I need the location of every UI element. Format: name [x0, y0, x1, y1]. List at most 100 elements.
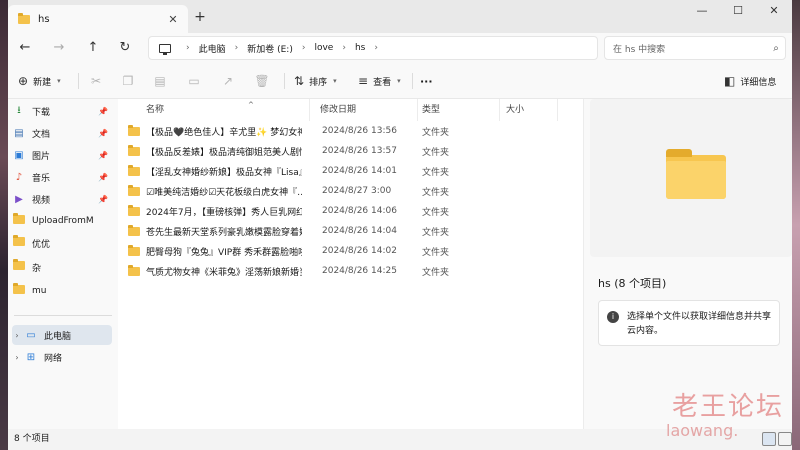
sidebar-item-uploadfromm[interactable]: UploadFromM — [12, 211, 112, 231]
breadcrumb-this-pc[interactable]: 此电脑 — [199, 42, 226, 55]
video-icon: ▶ — [15, 193, 23, 205]
close-window-button[interactable]: ✕ — [756, 0, 792, 28]
monitor-icon — [159, 43, 171, 55]
column-header-modified[interactable]: 修改日期 — [314, 99, 418, 121]
delete-icon[interactable]: 🗑 — [252, 71, 272, 91]
watermark-text: 老王论坛 — [672, 392, 785, 422]
tiles-view-icon[interactable] — [778, 432, 792, 446]
table-row[interactable]: 苍先生最新天堂系列豪乳嫩模露脸穿着婚… 2024/8/26 14:04 文件夹 — [128, 221, 580, 241]
folder-icon — [18, 12, 30, 24]
refresh-button[interactable]: ↻ — [114, 37, 136, 59]
details-view-icon[interactable] — [762, 432, 776, 446]
column-header-size[interactable]: 大小 — [500, 99, 558, 121]
sidebar-item-this-pc[interactable]: › ▭ 此电脑 — [12, 325, 112, 345]
folder-icon — [128, 144, 140, 156]
sort-up-icon: ^ — [248, 101, 254, 109]
column-header-name[interactable]: 名称 ^ — [140, 99, 310, 121]
folder-icon — [128, 204, 140, 216]
tab-close-icon[interactable]: ✕ — [164, 13, 182, 26]
minimize-button[interactable]: — — [684, 0, 720, 28]
breadcrumb-separator-icon[interactable]: › — [235, 43, 239, 53]
plus-circle-icon: ⊕ — [18, 74, 29, 88]
cut-icon[interactable]: ✂ — [86, 71, 106, 91]
view-button[interactable]: ≡ 查看 ▾ — [358, 71, 401, 91]
chevron-right-icon[interactable]: › — [12, 353, 22, 362]
file-explorer-window: hs ✕ + — ☐ ✕ ← → ↑ ↻ › 此电脑 › 新加卷 (E:) › … — [8, 0, 792, 450]
sidebar-item-youyou[interactable]: 优优 — [12, 233, 112, 253]
file-type: 文件夹 — [422, 267, 450, 278]
breadcrumb-separator-icon[interactable]: › — [342, 43, 346, 53]
search-input[interactable]: 在 hs 中搜索 ⌕ — [604, 36, 786, 60]
new-button[interactable]: ⊕ 新建 ▾ — [18, 71, 61, 91]
pin-icon: 📌 — [98, 150, 108, 160]
breadcrumb-separator-icon[interactable]: › — [374, 43, 378, 53]
more-options-button[interactable]: ··· — [420, 71, 433, 91]
tab-hs[interactable]: hs ✕ — [8, 5, 188, 33]
details-info-box: i 选择单个文件以获取详细信息并共享云内容。 — [598, 300, 780, 346]
file-modified: 2024/8/27 3:00 — [322, 186, 392, 196]
file-type: 文件夹 — [422, 147, 450, 158]
file-modified: 2024/8/26 14:01 — [322, 166, 397, 176]
music-icon: ♪ — [15, 171, 23, 183]
table-row[interactable]: 肥臀母狗『兔兔』VIP群 秀禾群露脸啪啪… 2024/8/26 14:02 文件… — [128, 241, 580, 261]
sort-button[interactable]: ⇅ 排序 ▾ — [294, 71, 337, 91]
column-header-type[interactable]: 类型 — [416, 99, 500, 121]
table-row[interactable]: 2024年7月，【重磅核弹】秀人巨乳网红… 2024/8/26 14:06 文件… — [128, 201, 580, 221]
breadcrumb-love[interactable]: love — [314, 43, 333, 53]
chevron-down-icon: ▾ — [397, 77, 401, 85]
folder-icon — [128, 224, 140, 236]
file-modified: 2024/8/26 13:57 — [322, 146, 397, 156]
breadcrumb-drive[interactable]: 新加卷 (E:) — [247, 42, 293, 55]
details-pane-button[interactable]: ◧ 详细信息 — [724, 71, 776, 91]
copy-icon[interactable]: ❐ — [118, 71, 138, 91]
chevron-right-icon[interactable]: › — [12, 331, 22, 340]
rename-icon[interactable]: ▭ — [184, 71, 204, 91]
file-name: ☑唯美纯洁婚纱☑天花板级白虎女神『… — [146, 187, 302, 198]
sidebar-item-network[interactable]: › ⊞ 网络 — [12, 347, 112, 367]
breadcrumb-separator-icon[interactable]: › — [186, 43, 190, 53]
back-button[interactable]: ← — [14, 37, 36, 59]
file-modified: 2024/8/26 14:25 — [322, 266, 397, 276]
share-icon[interactable]: ↗ — [218, 71, 238, 91]
file-modified: 2024/8/26 13:56 — [322, 126, 397, 136]
file-type: 文件夹 — [422, 227, 450, 238]
sidebar-item-documents[interactable]: ▤ 文档 📌 — [12, 123, 112, 143]
toolbar-divider — [78, 73, 79, 89]
folder-icon — [128, 124, 140, 136]
table-row[interactable]: 气质尤物女神《米菲兔》淫荡新娘新婚当… 2024/8/26 14:25 文件夹 — [128, 261, 580, 281]
file-modified: 2024/8/26 14:02 — [322, 246, 397, 256]
up-button[interactable]: ↑ — [82, 37, 104, 59]
file-type: 文件夹 — [422, 167, 450, 178]
sidebar-item-za[interactable]: 杂 — [12, 257, 112, 277]
breadcrumb-hs[interactable]: hs — [355, 43, 365, 53]
address-bar[interactable]: › 此电脑 › 新加卷 (E:) › love › hs › — [148, 36, 598, 60]
paste-icon[interactable]: ▤ — [150, 71, 170, 91]
computer-icon: ▭ — [26, 329, 36, 341]
file-name: 2024年7月，【重磅核弹】秀人巨乳网红… — [146, 207, 302, 218]
table-row[interactable]: 【极品反差婊】极品清纯御姐范美人剧情… 2024/8/26 13:57 文件夹 — [128, 141, 580, 161]
search-placeholder: 在 hs 中搜索 — [613, 44, 666, 55]
forward-button[interactable]: → — [48, 37, 70, 59]
folder-icon — [13, 235, 25, 246]
breadcrumb-separator-icon[interactable]: › — [302, 43, 306, 53]
sidebar-item-pictures[interactable]: ▣ 图片 📌 — [12, 145, 112, 165]
tab-title: hs — [38, 13, 50, 25]
file-name: 【极品🖤绝色佳人】辛尤里✨ 梦幻女神… — [146, 127, 302, 138]
table-row[interactable]: ☑唯美纯洁婚纱☑天花板级白虎女神『… 2024/8/27 3:00 文件夹 — [128, 181, 580, 201]
table-row[interactable]: 【极品🖤绝色佳人】辛尤里✨ 梦幻女神… 2024/8/26 13:56 文件夹 — [128, 121, 580, 141]
details-info-text: 选择单个文件以获取详细信息并共享云内容。 — [627, 312, 772, 336]
sidebar-item-downloads[interactable]: ⭳ 下载 📌 — [12, 101, 112, 121]
sidebar-item-mu[interactable]: mu — [12, 281, 112, 301]
search-icon[interactable]: ⌕ — [767, 43, 785, 54]
nav-divider — [14, 315, 112, 316]
sidebar-item-videos[interactable]: ▶ 视频 📌 — [12, 189, 112, 209]
table-row[interactable]: 【淫乱女神婚纱新娘】极品女神『Lisa』… 2024/8/26 14:01 文件… — [128, 161, 580, 181]
file-name: 【极品反差婊】极品清纯御姐范美人剧情… — [146, 147, 302, 158]
file-name: 苍先生最新天堂系列豪乳嫩模露脸穿着婚… — [146, 227, 302, 238]
download-icon: ⭳ — [17, 104, 21, 116]
new-tab-button[interactable]: + — [188, 6, 212, 28]
network-icon: ⊞ — [26, 351, 36, 363]
folder-icon — [128, 164, 140, 176]
maximize-button[interactable]: ☐ — [720, 0, 756, 28]
sidebar-item-music[interactable]: ♪ 音乐 📌 — [12, 167, 112, 187]
